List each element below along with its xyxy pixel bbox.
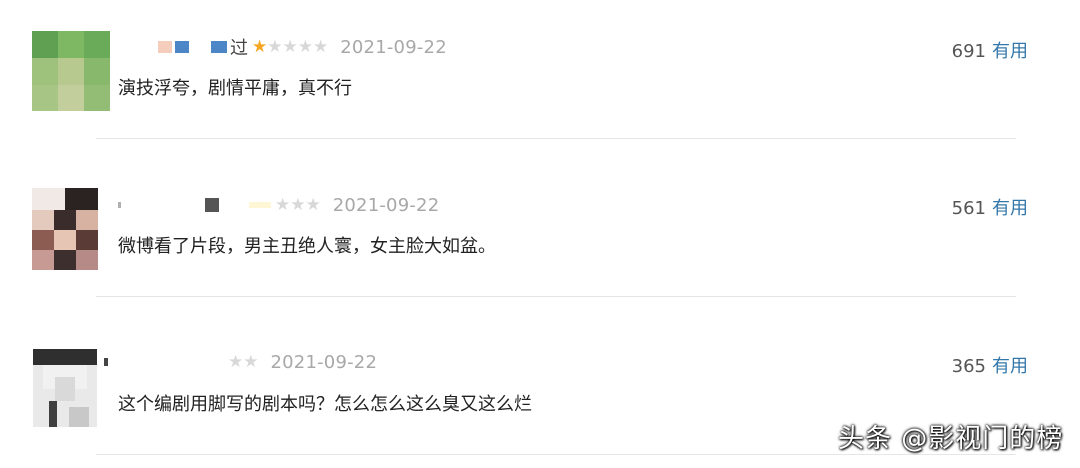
watermark: 头条 @影视门的榜 [838,424,1064,454]
review-date: 2021-09-22 [270,351,378,373]
rating-stars: ★ ★ [228,351,259,372]
masked-username [104,358,108,366]
star-icon: ★ [228,351,244,372]
useful-button[interactable]: 有用 [992,356,1028,377]
vote-count: 365 [951,356,986,377]
review-item: ★ ★ 2021-09-22 365 有用 这个编剧用脚写的剧本吗？怎么怎么这么臭… [0,0,1080,468]
review-comment: 这个编剧用脚写的剧本吗？怎么怎么这么臭又这么烂 [118,394,532,415]
useful-votes: 365 有用 [952,352,1028,378]
star-icon: ★ [243,351,259,372]
review-meta: ★ ★ 2021-09-22 [104,349,377,375]
avatar[interactable] [33,349,97,427]
